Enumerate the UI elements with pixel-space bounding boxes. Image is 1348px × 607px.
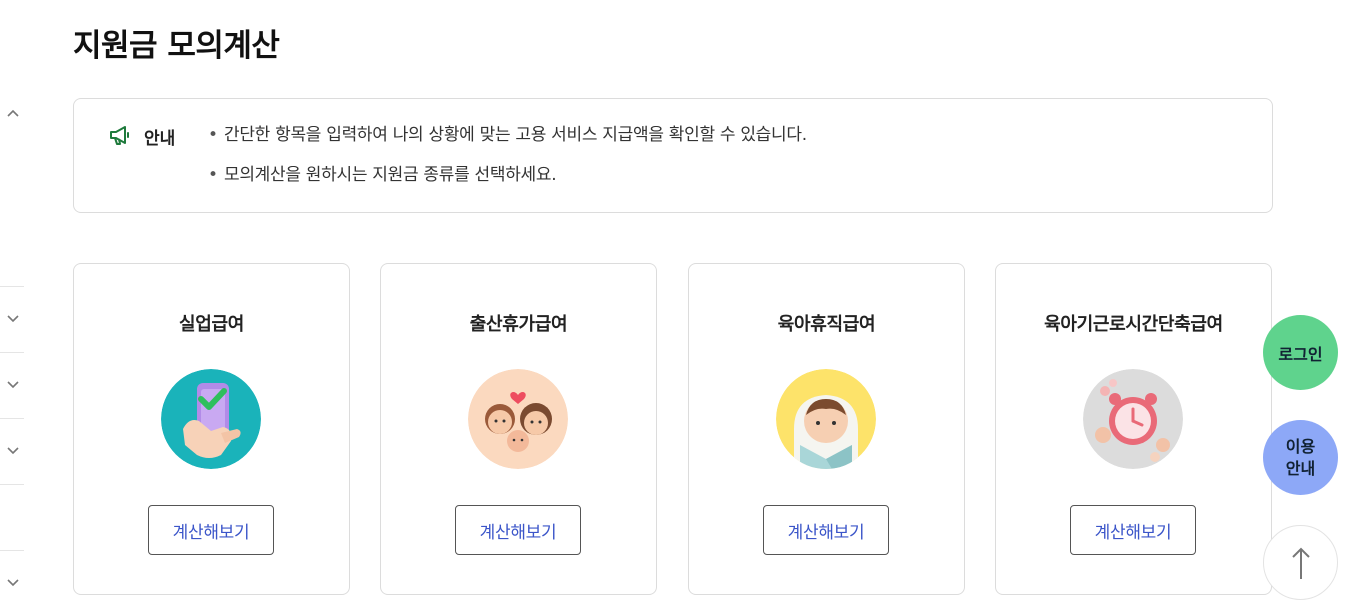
info-item: 모의계산을 원하시는 지원금 종류를 선택하세요. [208, 163, 807, 203]
phone-check-icon [161, 369, 261, 469]
family-icon [468, 369, 568, 469]
card-title: 육아휴직급여 [777, 314, 876, 335]
info-box: 안내 간단한 항목을 입력하여 나의 상황에 맞는 고용 서비스 지급액을 확인… [73, 98, 1273, 213]
guide-floating-button[interactable]: 이용 안내 [1263, 420, 1338, 495]
card-reduced-hours: 육아기근로시간단축급여 계산해보기 [995, 263, 1272, 595]
nav-divider [0, 352, 24, 353]
scroll-top-button[interactable] [1263, 525, 1338, 600]
baby-icon [776, 369, 876, 469]
nav-divider [0, 286, 24, 287]
card-parental-leave: 육아휴직급여 계산해보기 [688, 263, 965, 595]
card-maternity-leave: 출산휴가급여 계산해보기 [380, 263, 657, 595]
card-title: 육아기근로시간단축급여 [1044, 314, 1223, 335]
chevron-down-icon[interactable] [6, 444, 20, 458]
login-floating-button[interactable]: 로그인 [1263, 315, 1338, 390]
info-label: 안내 [144, 129, 176, 149]
login-label: 로그인 [1278, 344, 1323, 364]
info-item: 간단한 항목을 입력하여 나의 상황에 맞는 고용 서비스 지급액을 확인할 수… [208, 123, 807, 163]
nav-divider [0, 418, 24, 419]
calculate-button[interactable]: 계산해보기 [763, 505, 889, 555]
nav-divider [0, 484, 24, 485]
guide-label-line2: 안내 [1285, 458, 1316, 478]
chevron-down-icon[interactable] [6, 378, 20, 392]
calculator-cards: 실업급여 계산해보기 출산휴가급여 계산해보기 육아휴직급여 계산해보기 육아기… [73, 263, 1273, 595]
left-nav [0, 0, 24, 607]
nav-divider [0, 550, 24, 551]
card-title: 실업급여 [178, 314, 245, 335]
page-title: 지원금 모의계산 [73, 28, 280, 64]
chevron-up-icon[interactable] [6, 106, 20, 120]
card-title: 출산휴가급여 [469, 314, 568, 335]
calculate-button[interactable]: 계산해보기 [455, 505, 581, 555]
alarm-clock-icon [1083, 369, 1183, 469]
megaphone-icon [110, 126, 129, 145]
arrow-up-icon [1291, 547, 1310, 579]
calculate-button[interactable]: 계산해보기 [148, 505, 274, 555]
chevron-down-icon[interactable] [6, 576, 20, 590]
guide-label-line1: 이용 [1285, 436, 1316, 456]
info-list: 간단한 항목을 입력하여 나의 상황에 맞는 고용 서비스 지급액을 확인할 수… [208, 123, 807, 203]
calculate-button[interactable]: 계산해보기 [1070, 505, 1196, 555]
chevron-down-icon[interactable] [6, 312, 20, 326]
card-unemployment: 실업급여 계산해보기 [73, 263, 350, 595]
